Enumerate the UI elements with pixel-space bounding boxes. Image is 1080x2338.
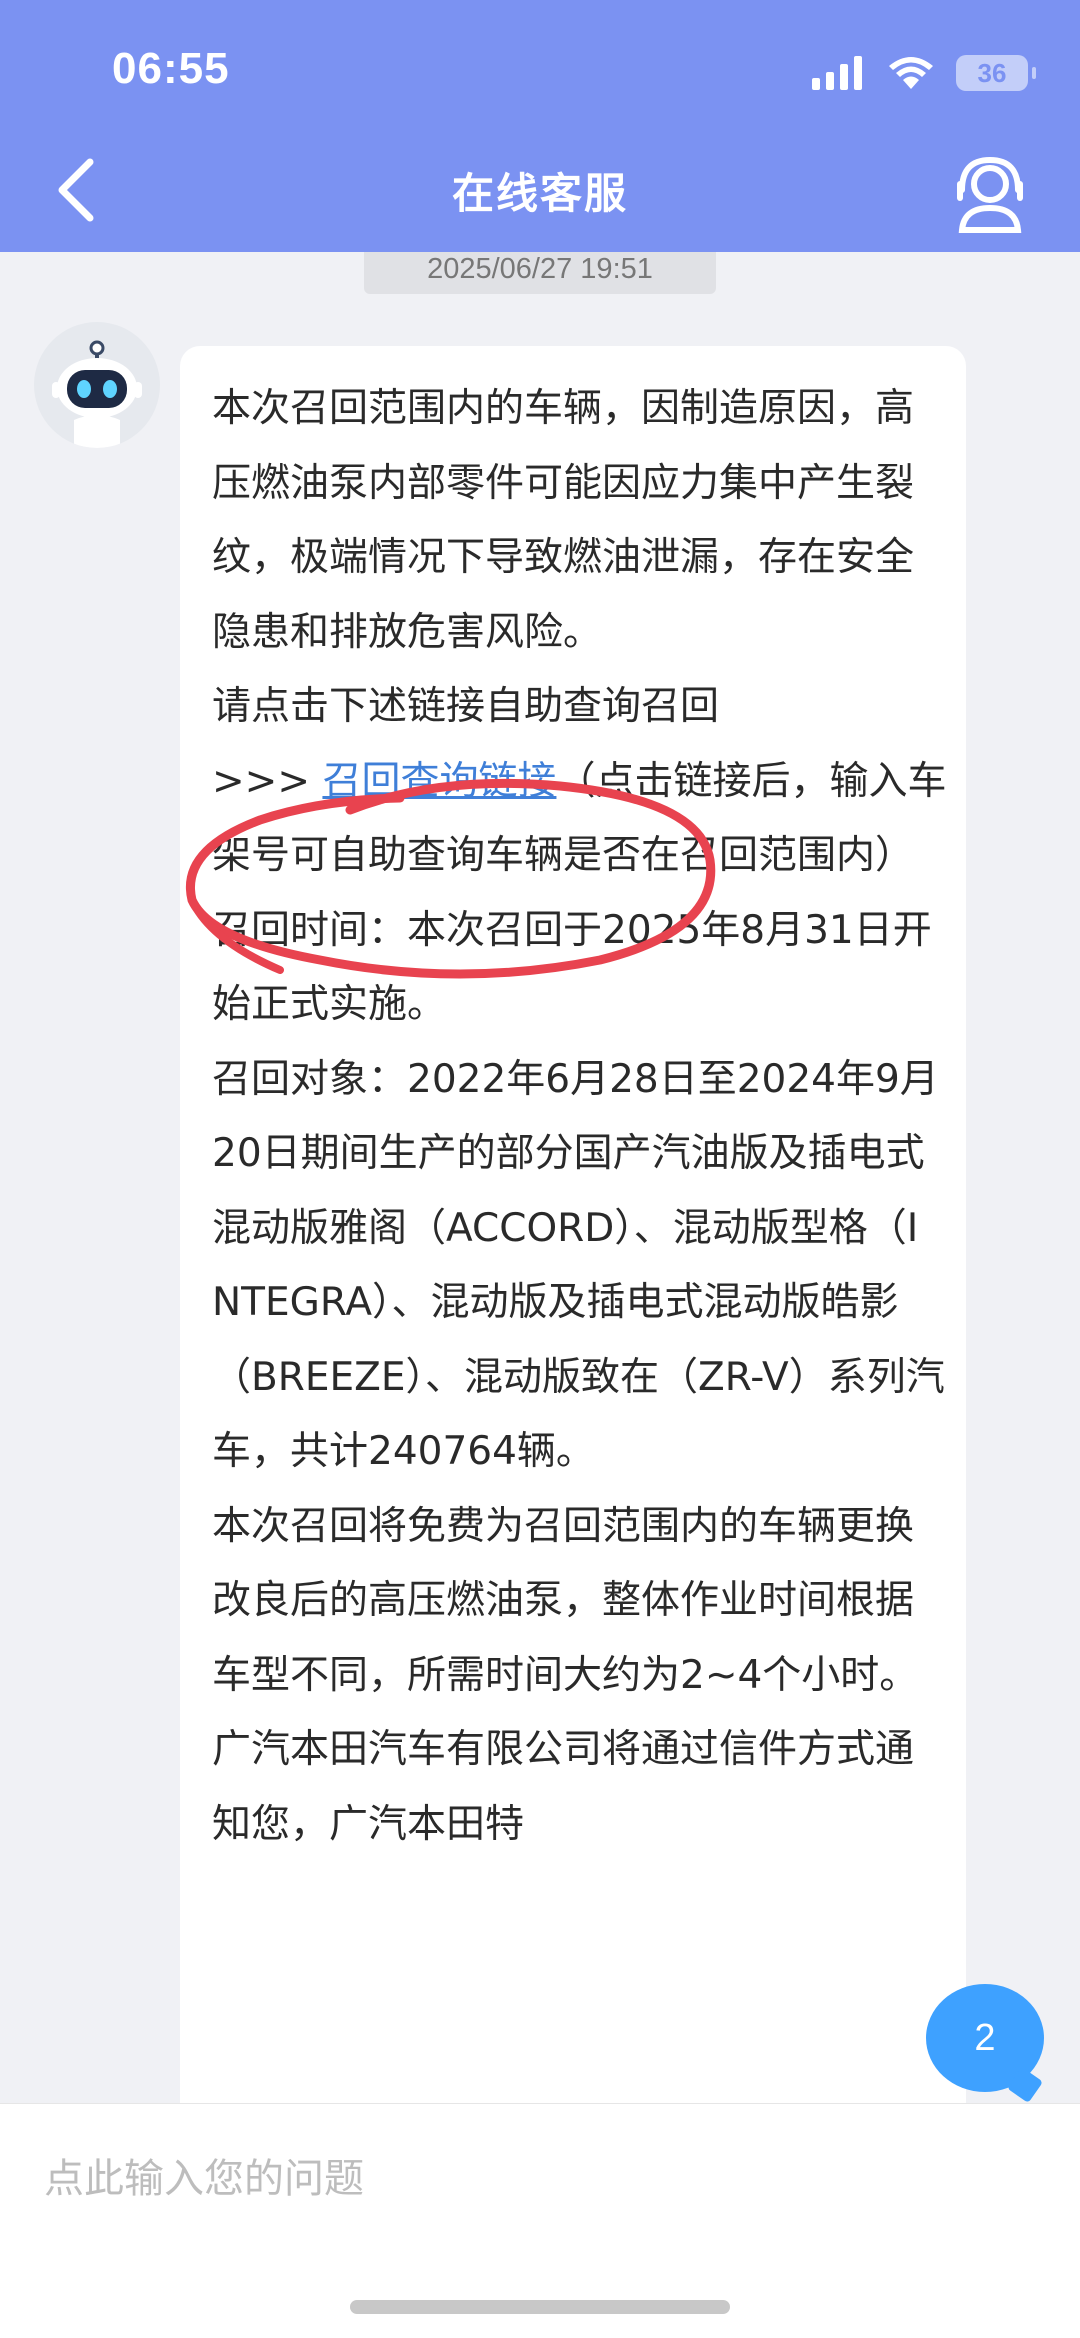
page-title: 在线客服 [451, 169, 628, 218]
status-time: 06:55 [112, 44, 230, 93]
message-text: 本次召回范围内的车辆，因制造原因，高压燃油泵内部零件可能因应力集中产生裂纹，极端… [212, 372, 947, 1862]
recall-intro: 本次召回范围内的车辆，因制造原因，高压燃油泵内部零件可能因应力集中产生裂纹，极端… [212, 386, 915, 655]
recall-remedy: 本次召回将免费为召回范围内的车辆更换改良后的高压燃油泵，整体作业时间根据车型不同… [212, 1503, 919, 1847]
battery-level: 36 [977, 57, 1007, 88]
unread-count-badge[interactable]: 2 [926, 1984, 1044, 2092]
recall-time: 召回时间：本次召回于2025年8月31日开始正式实施。 [212, 907, 932, 1028]
bot-avatar [34, 322, 160, 448]
customer-service-button[interactable] [952, 154, 1028, 234]
header: 06:55 36 在线客服 [0, 0, 1080, 252]
unread-count: 2 [974, 2016, 996, 2059]
query-prompt: 请点击下述链接自助查询召回 [212, 684, 720, 729]
link-prefix: >>> [212, 758, 323, 804]
customer-service-icon [957, 156, 1023, 233]
wifi-icon [889, 57, 933, 89]
question-input[interactable] [44, 2144, 1024, 2214]
robot-icon [52, 340, 142, 448]
recall-target: 召回对象：2022年6月28日至2024年9月20日期间生产的部分国产汽油版及插… [212, 1056, 945, 1475]
home-indicator[interactable] [350, 2300, 730, 2314]
battery-icon: 36 [956, 55, 1036, 91]
signal-icon [812, 56, 862, 90]
message-timestamp: 2025/06/27 19:51 [364, 252, 716, 294]
recall-query-link[interactable]: 召回查询链接 [322, 759, 556, 804]
status-icons: 36 [812, 48, 1036, 98]
